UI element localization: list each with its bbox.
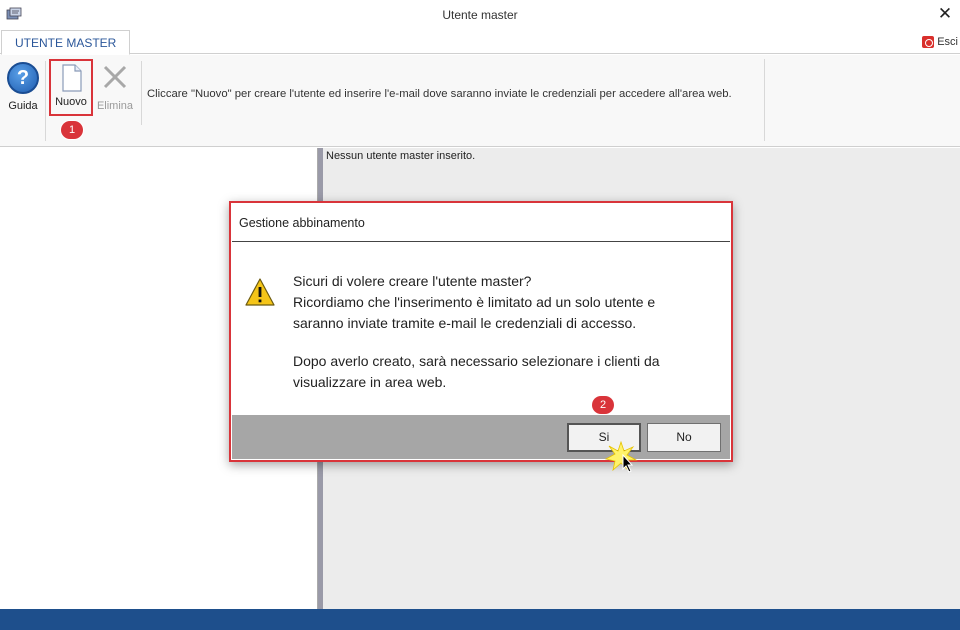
nuovo-label: Nuovo — [55, 96, 87, 108]
guida-label: Guida — [8, 100, 38, 112]
warning-icon — [245, 278, 275, 306]
ribbon-separator — [141, 61, 142, 125]
no-button[interactable]: No — [647, 423, 721, 452]
ribbon-hint-text: Cliccare "Nuovo" per creare l'utente ed … — [147, 88, 732, 100]
dialog-title: Gestione abbinamento — [239, 216, 365, 230]
dialog-divider — [232, 241, 730, 242]
ribbon-separator — [45, 61, 46, 141]
guida-button[interactable]: ? Guida — [2, 59, 44, 119]
ribbon: ? Guida Nuovo Elimina Cliccare "Nuovo" p… — [0, 55, 960, 147]
tab-utente-master[interactable]: UTENTE MASTER — [1, 30, 131, 55]
elimina-label: Elimina — [96, 100, 134, 112]
empty-state-message: Nessun utente master inserito. — [326, 150, 476, 162]
close-window-button[interactable]: ✕ — [936, 5, 954, 23]
ribbon-tab-row: UTENTE MASTER Esci — [0, 30, 960, 55]
dialog-line: Sicuri di volere creare l'utente master? — [293, 273, 532, 289]
dialog-message: Sicuri di volere creare l'utente master?… — [293, 271, 660, 393]
elimina-button[interactable]: Elimina — [94, 59, 136, 119]
title-bar: Utente master ✕ — [0, 0, 960, 30]
ribbon-separator — [764, 59, 765, 141]
dialog-line: visualizzare in area web. — [293, 374, 447, 390]
window-title: Utente master — [442, 8, 518, 22]
power-icon — [922, 36, 935, 48]
confirm-dialog: Gestione abbinamento Sicuri di volere cr… — [229, 201, 733, 462]
new-document-icon — [62, 64, 82, 92]
status-bar — [0, 609, 960, 630]
dialog-footer: Si No — [232, 415, 730, 459]
close-icon: ✕ — [937, 4, 953, 23]
dialog-line: saranno inviate tramite e-mail le creden… — [293, 315, 637, 331]
yes-button[interactable]: Si — [567, 423, 641, 452]
help-icon: ? — [7, 62, 39, 94]
step-badge-1: 1 — [61, 121, 83, 139]
delete-icon — [103, 65, 127, 89]
exit-label: Esci — [937, 36, 958, 48]
dialog-line: Ricordiamo che l'inserimento è limitato … — [293, 294, 656, 310]
dialog-line: Dopo averlo creato, sarà necessario sele… — [293, 353, 660, 369]
exit-button[interactable]: Esci — [922, 34, 958, 50]
step-badge-2: 2 — [592, 396, 614, 414]
nuovo-button[interactable]: Nuovo — [49, 59, 93, 116]
